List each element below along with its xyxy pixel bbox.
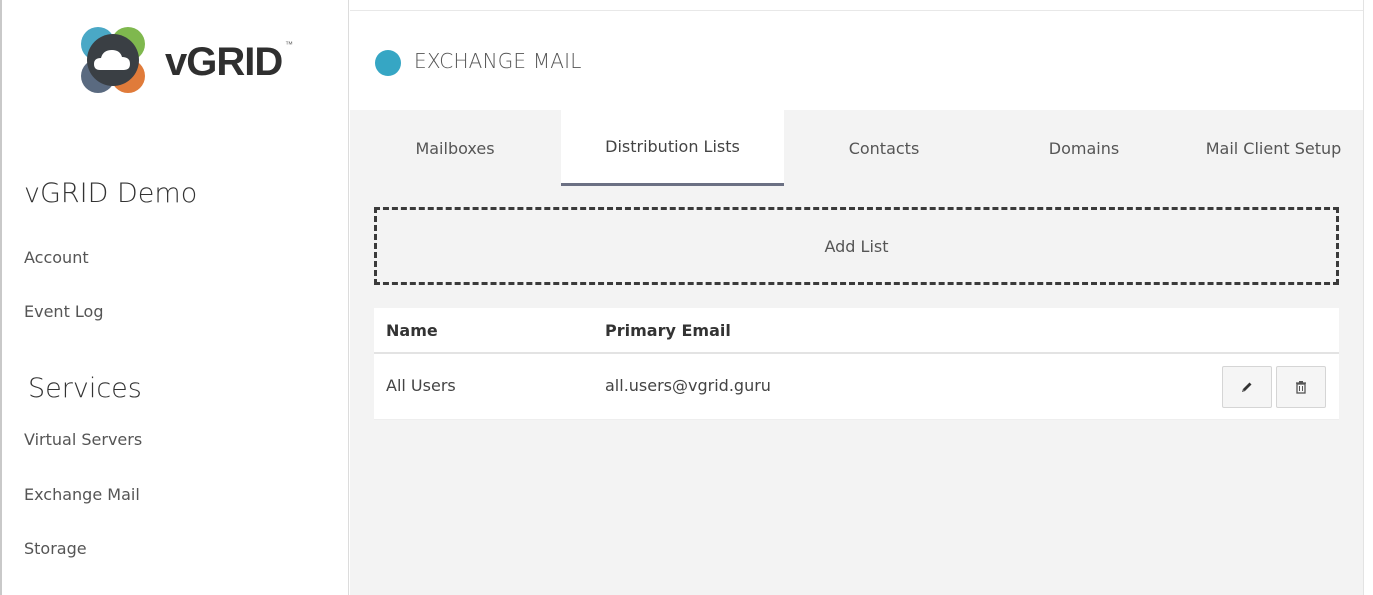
tab-bar: Mailboxes Distribution Lists Contacts Do… [350, 110, 1363, 186]
vgrid-logo[interactable]: vGRID ™ [74, 22, 304, 102]
services-heading: Services [28, 373, 142, 404]
module-header: EXCHANGE MAIL [350, 10, 1363, 110]
row-name: All Users [386, 376, 456, 395]
account-heading: vGRID Demo [24, 178, 198, 209]
brand-name: vGRID [165, 40, 283, 84]
column-header-primary-email: Primary Email [605, 321, 731, 340]
add-list-button[interactable]: Add List [374, 207, 1339, 285]
pencil-icon [1242, 382, 1252, 392]
row-email: all.users@vgrid.guru [605, 376, 771, 395]
trash-icon [1296, 381, 1306, 394]
sidebar-item-account[interactable]: Account [24, 248, 89, 267]
table-header: Name Primary Email [374, 308, 1339, 354]
window-right-edge [1363, 0, 1373, 595]
tab-distribution-lists[interactable]: Distribution Lists [561, 110, 784, 186]
edit-button[interactable] [1222, 366, 1272, 408]
cloud-logo-icon [81, 27, 145, 93]
delete-button[interactable] [1276, 366, 1326, 408]
tab-mailboxes[interactable]: Mailboxes [350, 110, 560, 186]
column-header-name: Name [386, 321, 438, 340]
distribution-list-table: Name Primary Email All Users all.users@v… [374, 308, 1339, 420]
brand-trademark: ™ [285, 40, 293, 49]
window-left-edge [0, 0, 8, 595]
tab-mail-client-setup[interactable]: Mail Client Setup [1184, 110, 1363, 186]
table-row: All Users all.users@vgrid.guru [374, 354, 1339, 420]
module-status-dot-icon [375, 50, 401, 76]
sidebar: vGRID ™ vGRID Demo Account Event Log Ser… [8, 0, 349, 595]
sidebar-item-storage[interactable]: Storage [24, 539, 87, 558]
tab-domains[interactable]: Domains [984, 110, 1184, 186]
sidebar-item-exchange-mail[interactable]: Exchange Mail [24, 485, 140, 504]
sidebar-item-virtual-servers[interactable]: Virtual Servers [24, 430, 142, 449]
module-title: EXCHANGE MAIL [414, 49, 582, 73]
tab-contacts[interactable]: Contacts [784, 110, 984, 186]
main-content: Add List Name Primary Email All Users al… [350, 186, 1363, 595]
sidebar-item-event-log[interactable]: Event Log [24, 302, 104, 321]
